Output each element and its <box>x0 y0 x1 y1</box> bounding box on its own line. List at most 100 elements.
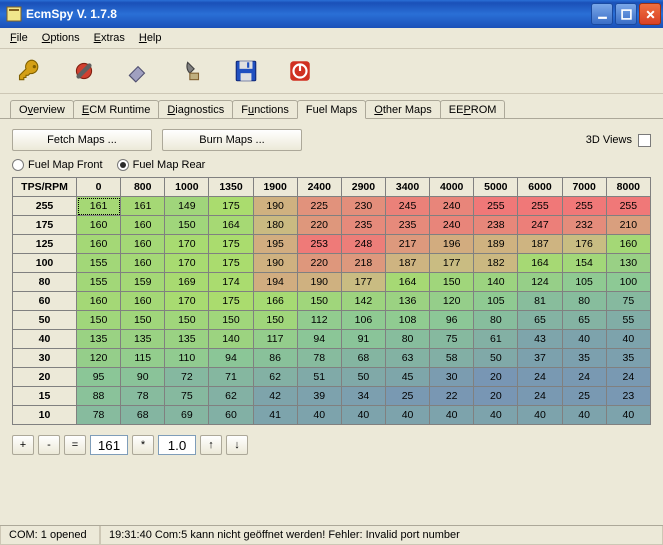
map-cell[interactable]: 175 <box>209 254 253 273</box>
map-cell[interactable]: 190 <box>253 254 297 273</box>
map-cell[interactable]: 120 <box>430 292 474 311</box>
map-cell[interactable]: 170 <box>165 254 209 273</box>
map-cell[interactable]: 24 <box>518 368 562 387</box>
map-cell[interactable]: 194 <box>253 273 297 292</box>
map-cell[interactable]: 150 <box>297 292 341 311</box>
map-cell[interactable]: 196 <box>430 235 474 254</box>
map-cell[interactable]: 255 <box>562 197 606 216</box>
map-cell[interactable]: 71 <box>209 368 253 387</box>
radio-fuel-map-rear[interactable]: Fuel Map Rear <box>117 159 206 171</box>
map-cell[interactable]: 62 <box>253 368 297 387</box>
map-cell[interactable]: 41 <box>253 406 297 425</box>
map-cell[interactable]: 170 <box>165 235 209 254</box>
map-cell[interactable]: 164 <box>385 273 429 292</box>
map-cell[interactable]: 96 <box>430 311 474 330</box>
map-cell[interactable]: 24 <box>562 368 606 387</box>
map-cell[interactable]: 65 <box>562 311 606 330</box>
map-cell[interactable]: 160 <box>77 216 121 235</box>
map-cell[interactable]: 78 <box>297 349 341 368</box>
map-cell[interactable]: 235 <box>341 216 385 235</box>
map-cell[interactable]: 25 <box>385 387 429 406</box>
menu-extras[interactable]: Extras <box>88 30 131 46</box>
map-cell[interactable]: 106 <box>341 311 385 330</box>
map-cell[interactable]: 55 <box>606 311 650 330</box>
map-cell[interactable]: 217 <box>385 235 429 254</box>
map-cell[interactable]: 140 <box>209 330 253 349</box>
map-cell[interactable]: 94 <box>297 330 341 349</box>
map-cell[interactable]: 247 <box>518 216 562 235</box>
tab-functions[interactable]: Functions <box>232 100 298 118</box>
toolbtn-erase[interactable] <box>114 53 162 89</box>
map-cell[interactable]: 91 <box>341 330 385 349</box>
map-cell[interactable]: 240 <box>430 197 474 216</box>
map-cell[interactable]: 235 <box>385 216 429 235</box>
map-cell[interactable]: 95 <box>77 368 121 387</box>
map-cell[interactable]: 189 <box>474 235 518 254</box>
map-cell[interactable]: 161 <box>77 197 121 216</box>
fetch-maps-button[interactable]: Fetch Maps ... <box>12 129 152 151</box>
map-cell[interactable]: 37 <box>518 349 562 368</box>
btn-plus[interactable]: + <box>12 435 34 455</box>
map-cell[interactable]: 45 <box>385 368 429 387</box>
map-cell[interactable]: 175 <box>209 292 253 311</box>
toolbtn-settings[interactable] <box>60 53 108 89</box>
btn-multiply[interactable]: * <box>132 435 154 455</box>
map-cell[interactable]: 187 <box>385 254 429 273</box>
map-cell[interactable]: 245 <box>385 197 429 216</box>
3d-views-checkbox[interactable] <box>638 134 651 147</box>
map-cell[interactable]: 88 <box>77 387 121 406</box>
map-cell[interactable]: 94 <box>209 349 253 368</box>
input-factor[interactable] <box>158 435 196 455</box>
map-cell[interactable]: 35 <box>562 349 606 368</box>
map-cell[interactable]: 81 <box>518 292 562 311</box>
map-cell[interactable]: 230 <box>341 197 385 216</box>
radio-fuel-map-front[interactable]: Fuel Map Front <box>12 159 103 171</box>
map-cell[interactable]: 150 <box>430 273 474 292</box>
map-cell[interactable]: 176 <box>562 235 606 254</box>
menu-options[interactable]: Options <box>36 30 86 46</box>
map-cell[interactable]: 40 <box>606 330 650 349</box>
tab-eeprom[interactable]: EEPROM <box>440 100 506 118</box>
menu-help[interactable]: Help <box>133 30 168 46</box>
map-cell[interactable]: 175 <box>209 235 253 254</box>
btn-down[interactable]: ↓ <box>226 435 248 455</box>
map-cell[interactable]: 40 <box>606 406 650 425</box>
map-cell[interactable]: 40 <box>430 406 474 425</box>
map-cell[interactable]: 166 <box>253 292 297 311</box>
map-cell[interactable]: 108 <box>385 311 429 330</box>
map-cell[interactable]: 40 <box>562 406 606 425</box>
fuel-map-table[interactable]: TPS/RPM080010001350190024002900340040005… <box>12 177 651 425</box>
toolbtn-power[interactable] <box>276 53 324 89</box>
map-cell[interactable]: 61 <box>474 330 518 349</box>
close-button[interactable] <box>639 3 661 25</box>
map-cell[interactable]: 40 <box>518 406 562 425</box>
map-cell[interactable]: 42 <box>253 387 297 406</box>
map-cell[interactable]: 220 <box>297 216 341 235</box>
map-cell[interactable]: 75 <box>430 330 474 349</box>
map-cell[interactable]: 240 <box>430 216 474 235</box>
map-cell[interactable]: 63 <box>385 349 429 368</box>
map-cell[interactable]: 135 <box>77 330 121 349</box>
map-cell[interactable]: 170 <box>165 292 209 311</box>
burn-maps-button[interactable]: Burn Maps ... <box>162 129 302 151</box>
map-cell[interactable]: 35 <box>606 349 650 368</box>
map-cell[interactable]: 40 <box>341 406 385 425</box>
map-cell[interactable]: 40 <box>297 406 341 425</box>
map-cell[interactable]: 160 <box>121 216 165 235</box>
map-cell[interactable]: 142 <box>341 292 385 311</box>
map-cell[interactable]: 154 <box>562 254 606 273</box>
map-cell[interactable]: 169 <box>165 273 209 292</box>
map-cell[interactable]: 39 <box>297 387 341 406</box>
tab-fuel-maps[interactable]: Fuel Maps <box>297 100 366 119</box>
map-cell[interactable]: 40 <box>474 406 518 425</box>
input-value[interactable] <box>90 435 128 455</box>
map-cell[interactable]: 155 <box>77 254 121 273</box>
btn-minus[interactable]: - <box>38 435 60 455</box>
map-cell[interactable]: 50 <box>341 368 385 387</box>
map-cell[interactable]: 30 <box>430 368 474 387</box>
map-cell[interactable]: 117 <box>253 330 297 349</box>
map-cell[interactable]: 60 <box>209 406 253 425</box>
map-cell[interactable]: 120 <box>77 349 121 368</box>
map-cell[interactable]: 40 <box>385 406 429 425</box>
map-cell[interactable]: 232 <box>562 216 606 235</box>
